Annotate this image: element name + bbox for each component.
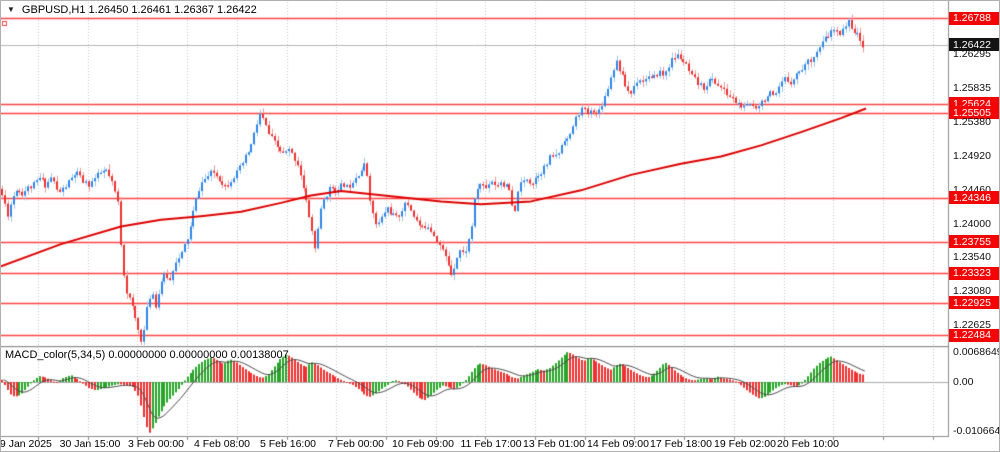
price-axis-label: 1.24000: [949, 217, 999, 230]
symbol-dropdown-icon[interactable]: ▼: [7, 5, 15, 15]
time-axis-label: 3 Feb 00:00: [128, 438, 184, 450]
level-price-label: 1.24346: [949, 191, 999, 204]
level-price-label: 1.23755: [949, 235, 999, 248]
time-axis-label: 11 Feb 17:00: [460, 438, 521, 450]
time-axis-label: 10 Feb 09:00: [392, 438, 454, 450]
time-axis-label: 30 Jan 15:00: [60, 438, 121, 450]
time-axis-label: 7 Feb 00:00: [328, 438, 384, 450]
price-axis-label: 1.25835: [949, 82, 999, 95]
time-axis-label: 14 Feb 09:00: [587, 438, 649, 450]
macd-indicator-label: MACD_color(5,34,5) 0.00000000 0.00000000…: [5, 349, 289, 361]
time-axis-label: 20 Feb 10:00: [777, 438, 839, 450]
mt4-chart-window: ▼ GBPUSD,H1 1.26450 1.26461 1.26367 1.26…: [0, 0, 1000, 452]
time-axis-label: 17 Feb 18:00: [650, 438, 712, 450]
price-axis-label: 1.26295: [949, 48, 999, 61]
macd-axis-label: 0.0068649: [949, 346, 1000, 358]
time-axis-label: 4 Feb 08:00: [194, 438, 250, 450]
level-price-label: 1.22925: [949, 296, 999, 309]
price-axis-label: 1.23540: [949, 251, 999, 264]
price-chart-canvas[interactable]: [1, 1, 1000, 452]
price-axis-label: 1.25380: [949, 115, 999, 128]
time-axis-label: 13 Feb 01:00: [523, 438, 585, 450]
chart-title: GBPUSD,H1 1.26450 1.26461 1.26367 1.2642…: [22, 4, 257, 16]
price-axis-label: 1.24920: [949, 149, 999, 162]
time-axis-label: 19 Feb 02:00: [714, 438, 776, 450]
macd-axis-label: 0.00: [949, 376, 973, 388]
chart-header: ▼ GBPUSD,H1 1.26450 1.26461 1.26367 1.26…: [7, 4, 257, 16]
level-price-label: 1.22484: [949, 329, 999, 342]
time-axis-label: 29 Jan 2025: [0, 438, 52, 450]
level-price-label: 1.26788: [949, 12, 999, 25]
level-price-label: 1.23323: [949, 267, 999, 280]
macd-axis-label: -0.0106648: [949, 425, 1000, 437]
time-axis-label: 5 Feb 16:00: [260, 438, 316, 450]
